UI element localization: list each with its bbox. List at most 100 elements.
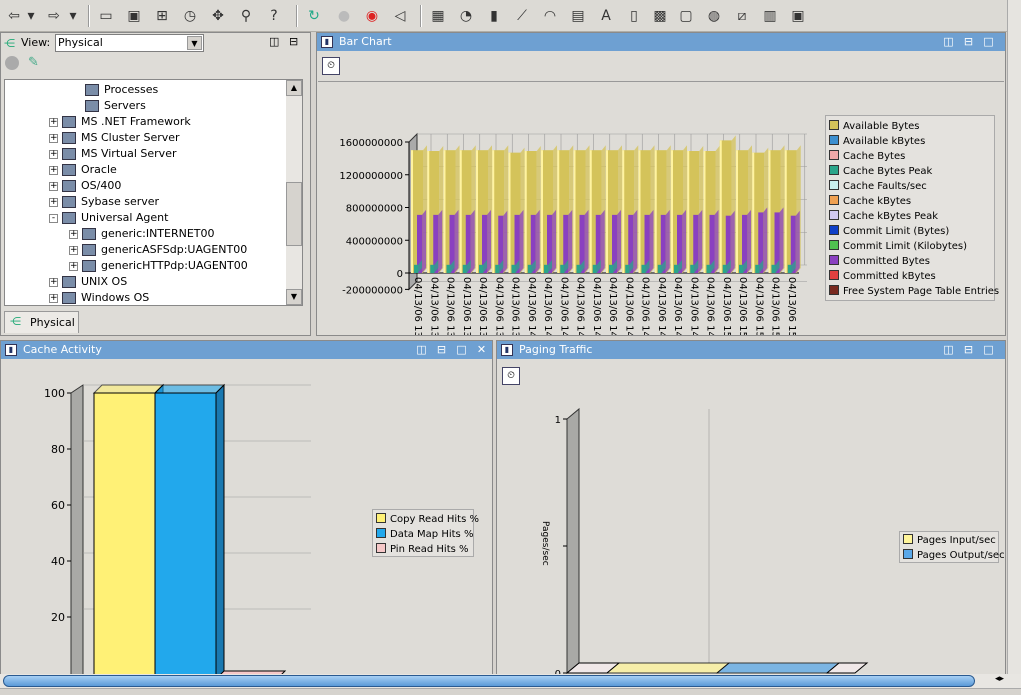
event-console-icon[interactable]: ▩ xyxy=(650,6,670,26)
x-tick-label: 04/13/06 15:05:0 xyxy=(737,277,748,335)
tree-item[interactable]: + MS .NET Framework xyxy=(49,114,191,130)
expand-icon[interactable]: + xyxy=(69,229,78,239)
expand-icon[interactable]: + xyxy=(49,133,58,143)
tree-item[interactable]: Servers xyxy=(85,98,146,114)
pie-chart-icon[interactable]: ◔ xyxy=(456,6,476,26)
split-vertical-icon[interactable]: ◫ xyxy=(415,343,428,356)
legend-item: Available Bytes xyxy=(826,119,994,134)
tree-item-label: Universal Agent xyxy=(81,211,169,224)
topology-icon[interactable]: ⧄ xyxy=(732,6,752,26)
tree-item[interactable]: + generic:INTERNET00 xyxy=(69,226,215,242)
bar-chart-icon[interactable]: ▮ xyxy=(484,6,504,26)
bar-side xyxy=(454,209,459,273)
navigator-tree: ▲ ▼ Processes Servers + MS .NET Framework + M… xyxy=(4,79,303,306)
tree-item[interactable]: + genericHTTPdp:UAGENT00 xyxy=(69,258,248,274)
expand-icon[interactable]: + xyxy=(49,117,58,127)
bar-highlight xyxy=(768,150,771,273)
time-span-icon[interactable]: ◷ xyxy=(180,6,200,26)
expand-icon[interactable]: + xyxy=(69,245,78,255)
chevron-down-icon[interactable]: ▼ xyxy=(187,36,202,50)
legend-label: Cache kBytes Peak xyxy=(843,211,939,222)
expand-icon[interactable]: + xyxy=(69,261,78,271)
x-tick-label: 04/13/06 14:00:0 xyxy=(526,277,537,335)
collapse-icon[interactable]: - xyxy=(49,213,58,223)
notepad-icon[interactable]: ▯ xyxy=(624,6,644,26)
tree-item[interactable]: + UNIX OS xyxy=(49,274,127,290)
split-horizontal-icon[interactable]: ⊟ xyxy=(962,343,975,356)
dropdown-icon[interactable]: ▾ xyxy=(68,6,78,26)
legend-item: Data Map Hits % xyxy=(373,527,473,542)
text-icon[interactable]: A xyxy=(596,6,616,26)
bar-highlight xyxy=(573,150,576,273)
split-vertical-icon[interactable]: ◫ xyxy=(269,35,279,48)
y-tick-label: 80 xyxy=(51,443,65,456)
expand-icon[interactable]: + xyxy=(49,197,58,207)
new-window-icon[interactable]: ▭ xyxy=(96,6,116,26)
split-horizontal-icon[interactable]: ⊟ xyxy=(962,35,975,48)
scroll-thumb[interactable] xyxy=(3,675,975,687)
pause-icon[interactable]: ● xyxy=(334,6,354,26)
expand-icon[interactable]: + xyxy=(49,165,58,175)
time-span-icon[interactable]: ⏲ xyxy=(502,367,520,385)
scroll-up-button[interactable]: ▲ xyxy=(286,80,302,96)
plot-chart-icon[interactable]: ⟋ xyxy=(512,6,532,26)
back-icon[interactable]: ⇦ xyxy=(4,6,24,26)
refresh-icon[interactable]: ↻ xyxy=(304,6,324,26)
stop-icon[interactable]: ◉ xyxy=(362,6,382,26)
time-span-icon[interactable]: ⏲ xyxy=(322,57,340,75)
workspace-icon[interactable]: ✥ xyxy=(208,6,228,26)
expand-icon[interactable]: + xyxy=(49,149,58,159)
tree-item[interactable]: + MS Cluster Server xyxy=(49,130,180,146)
horizontal-scrollbar[interactable]: ◂▸ xyxy=(0,674,1021,688)
legend-label: Pages Output/sec xyxy=(917,550,1005,561)
browser-icon[interactable]: ▣ xyxy=(788,6,808,26)
tree-item[interactable]: + OS/400 xyxy=(49,178,121,194)
gauge-icon[interactable]: ◠ xyxy=(540,6,560,26)
split-horizontal-icon[interactable]: ⊟ xyxy=(289,35,298,48)
globe-icon[interactable]: ◍ xyxy=(704,6,724,26)
y-tick-label: 400000000 xyxy=(346,236,403,247)
split-vertical-icon[interactable]: ◫ xyxy=(942,35,955,48)
view-select[interactable]: Physical ▼ xyxy=(55,34,204,52)
dropdown-icon[interactable]: ▾ xyxy=(26,6,36,26)
properties-icon[interactable]: ⊞ xyxy=(152,6,172,26)
tab-physical[interactable]: ⋲ Physical xyxy=(4,311,79,333)
help-disabled-icon[interactable] xyxy=(5,56,19,70)
bar-highlight xyxy=(638,150,641,273)
tree-item[interactable]: + Windows OS xyxy=(49,290,149,306)
sound-icon[interactable]: ◁ xyxy=(390,6,410,26)
table-icon[interactable]: ▦ xyxy=(428,6,448,26)
split-vertical-icon[interactable]: ◫ xyxy=(942,343,955,356)
tree-item[interactable]: + genericASFSdp:UAGENT00 xyxy=(69,242,247,258)
save-icon[interactable]: ▣ xyxy=(124,6,144,26)
tree-item[interactable]: + Oracle xyxy=(49,162,117,178)
tree-item[interactable]: + MS Virtual Server xyxy=(49,146,176,162)
scroll-thumb[interactable] xyxy=(286,182,302,246)
close-icon[interactable]: ✕ xyxy=(475,343,488,356)
maximize-icon[interactable]: □ xyxy=(982,35,995,48)
window-vertical-scrollbar[interactable] xyxy=(1007,0,1021,675)
tree-scrollbar[interactable]: ▲ ▼ xyxy=(286,80,302,305)
scroll-down-button[interactable]: ▼ xyxy=(286,289,302,305)
expand-icon[interactable]: + xyxy=(49,181,58,191)
tree-item-label: genericASFSdp:UAGENT00 xyxy=(101,243,248,256)
tree-item[interactable]: + Sybase server xyxy=(49,194,159,210)
terminal-icon[interactable]: ▥ xyxy=(760,6,780,26)
forward-icon[interactable]: ⇨ xyxy=(44,6,64,26)
x-tick-label: 04/13/06 14:20:0 xyxy=(591,277,602,335)
split-horizontal-icon[interactable]: ⊟ xyxy=(435,343,448,356)
bar-side xyxy=(422,209,426,273)
tree-item[interactable]: - Universal Agent xyxy=(49,210,168,226)
user-icon[interactable]: ⚲ xyxy=(236,6,256,26)
maximize-icon[interactable]: □ xyxy=(982,343,995,356)
chart-icon[interactable]: ▤ xyxy=(568,6,588,26)
scroll-left-right-icon[interactable]: ◂▸ xyxy=(995,674,1004,684)
expand-icon[interactable]: + xyxy=(49,277,58,287)
tree-item[interactable]: Processes xyxy=(85,82,158,98)
legend-item: Committed Bytes xyxy=(826,254,994,269)
help-icon[interactable]: ? xyxy=(264,6,284,26)
edit-navigator-icon[interactable]: ✎ xyxy=(28,55,39,70)
message-icon[interactable]: ▢ xyxy=(676,6,696,26)
expand-icon[interactable]: + xyxy=(49,293,58,303)
maximize-icon[interactable]: □ xyxy=(455,343,468,356)
